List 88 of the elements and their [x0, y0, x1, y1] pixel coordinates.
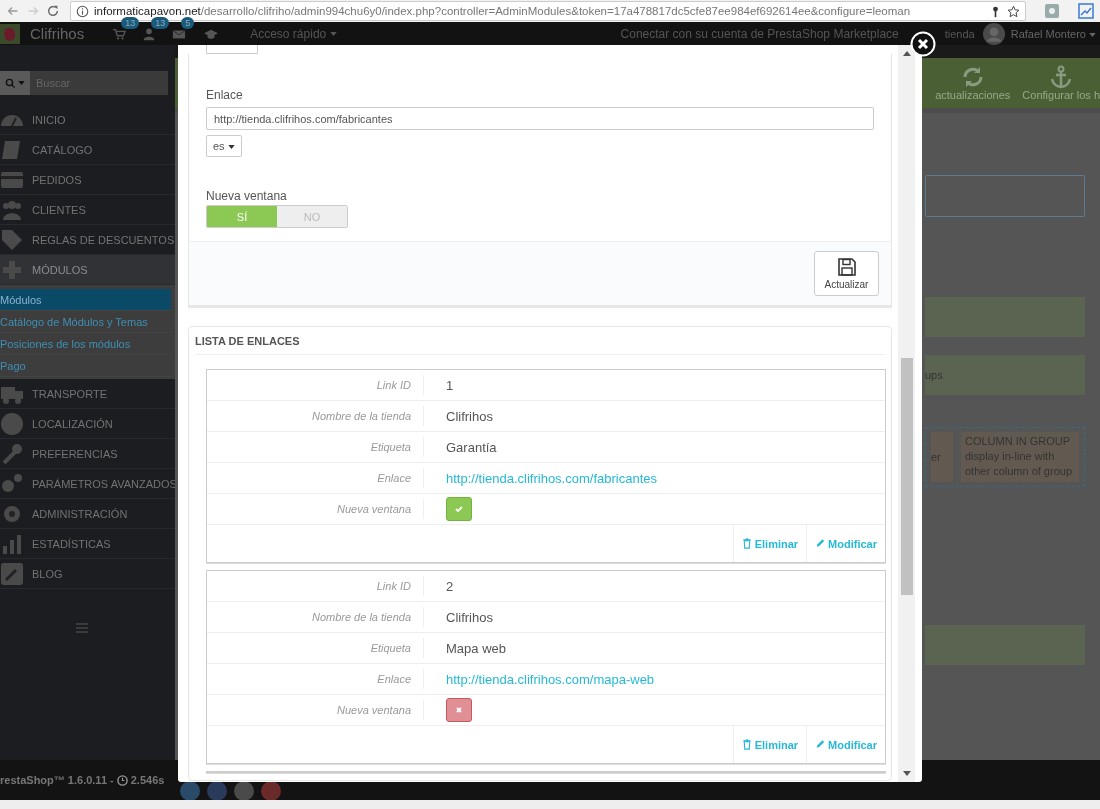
menu-item[interactable]: BLOG [0, 559, 175, 589]
scrollbar[interactable] [898, 45, 915, 782]
menu-item[interactable]: ADMINISTRACIÓN [0, 499, 175, 529]
reload-icon[interactable] [46, 4, 60, 18]
search-button[interactable] [0, 71, 30, 95]
toolbar-button[interactable]: Configurar los h [1022, 58, 1100, 108]
menu-item[interactable]: PREFERENCIAS [0, 439, 175, 469]
back-icon[interactable] [6, 4, 20, 18]
caret-icon [329, 32, 337, 37]
submenu-item[interactable]: Catálogo de Módulos y Temas [0, 311, 171, 333]
star-icon[interactable] [1007, 4, 1020, 18]
field-value: Mapa web [446, 640, 506, 656]
menu-item[interactable]: LOCALIZACIÓN [0, 409, 175, 439]
circle-icon[interactable] [180, 781, 200, 801]
caret-icon [227, 145, 235, 150]
circle-icon[interactable] [234, 781, 254, 801]
link[interactable]: http://tienda.clifrihos.com/fabricantes [446, 470, 657, 486]
clock-icon [116, 774, 128, 786]
user-menu[interactable]: Rafael Montero [1010, 27, 1096, 40]
extension-icon[interactable] [1044, 3, 1060, 19]
menu-item[interactable]: ESTADÍSTICAS [0, 529, 175, 559]
shop-name[interactable]: Clifrihos [30, 25, 85, 42]
field-label: Nueva ventana [206, 189, 287, 203]
search-icon [5, 77, 16, 89]
submenu-item[interactable]: Posiciones de los módulos [0, 333, 171, 355]
field-label: Nueva ventana [207, 499, 424, 519]
language-dropdown[interactable]: es [206, 135, 242, 157]
field-value: 1 [446, 377, 454, 393]
menu-item[interactable]: INICIO [0, 105, 175, 135]
quick-access-menu[interactable]: Acceso rápido [250, 26, 337, 41]
toggle-option[interactable]: SÍ [207, 206, 277, 227]
menu-item[interactable]: CLIENTES [0, 195, 175, 225]
field-label: Etiqueta [207, 638, 424, 658]
url-text: informaticapavon.net/desarrollo/clifriho/admin994chu6y0/index.php?controller=AdminModules&token=17a478817dc5cfe87ee984ef692614ee&configure=leoman [94, 5, 912, 17]
submenu-item[interactable]: Pago [0, 355, 171, 377]
pencil-icon [815, 538, 826, 549]
scrollbar-thumb[interactable] [900, 358, 913, 595]
circle-icon[interactable] [207, 781, 227, 801]
edit-link[interactable]: Modificar [806, 726, 885, 763]
delete-link[interactable]: Eliminar [732, 525, 807, 562]
version-text: restaShop™ 1.6.0.11 - 2.546s [0, 774, 166, 786]
user-icon[interactable] [142, 26, 157, 41]
logo-icon[interactable] [0, 23, 20, 44]
trash-icon [741, 538, 752, 549]
delete-link[interactable]: Eliminar [732, 726, 807, 763]
toolbar-button[interactable]: actualizaciones [935, 58, 1011, 108]
field-label: Nombre de la tienda [207, 607, 424, 627]
field-value: Clifrihos [446, 408, 493, 424]
trash-icon [741, 739, 752, 750]
field-label: Link ID [207, 375, 424, 395]
field-label: Link ID [207, 576, 424, 596]
address-bar[interactable]: informaticapavon.net/desarrollo/clifriho/admin994chu6y0/index.php?controller=AdminModules&token=17a478817dc5cfe87ee984ef692614ee&configure=leoman [70, 1, 1026, 21]
button-edge [206, 45, 258, 54]
menu-item[interactable]: PEDIDOS [0, 165, 175, 195]
save-button[interactable]: Actualizar [814, 251, 879, 296]
info-icon [76, 4, 89, 18]
field-value: 2 [446, 578, 454, 594]
field-label: Nombre de la tienda [207, 406, 424, 426]
field-label: Enlace [207, 669, 424, 689]
anchor-icon [1049, 65, 1074, 89]
shop-link[interactable]: tienda [944, 27, 975, 40]
field-value: Clifrihos [446, 609, 493, 625]
field-label: Enlace [207, 468, 424, 488]
cart-icon[interactable] [112, 26, 127, 41]
menu-item[interactable]: PARÁMETROS AVANZADOS [0, 469, 175, 499]
circle-icon[interactable] [261, 781, 281, 801]
menu-item[interactable]: CATÁLOGO [0, 135, 175, 165]
link-field[interactable]: http://tienda.clifrihos.com/fabricantes [206, 107, 874, 130]
scroll-down-icon[interactable] [902, 771, 911, 776]
field-value: Garantía [446, 439, 497, 455]
edit-link[interactable]: Modificar [806, 525, 885, 562]
pencil-icon [815, 739, 826, 750]
wrench-icon [0, 441, 24, 466]
scroll-up-icon[interactable] [902, 51, 911, 56]
caret-icon [1089, 32, 1096, 37]
caret-icon [18, 81, 25, 85]
menu-item[interactable]: TRANSPORTE [0, 379, 175, 409]
tag-icon [0, 227, 24, 252]
field-label: Etiqueta [207, 437, 424, 457]
field-label: Enlace [206, 88, 243, 102]
chart-icon[interactable] [1078, 3, 1094, 19]
close-icon[interactable] [910, 31, 936, 57]
field-label: Nueva ventana [207, 700, 424, 720]
panel-title: LISTA DE ENLACES [195, 327, 886, 355]
submenu-item[interactable]: Módulos [0, 289, 171, 311]
link[interactable]: http://tienda.clifrihos.com/mapa-web [446, 671, 655, 687]
marketplace-link[interactable]: Conectar con su cuenta de PrestaShop Marketplace [620, 26, 899, 41]
menu-item[interactable]: MÓDULOS [0, 255, 175, 285]
